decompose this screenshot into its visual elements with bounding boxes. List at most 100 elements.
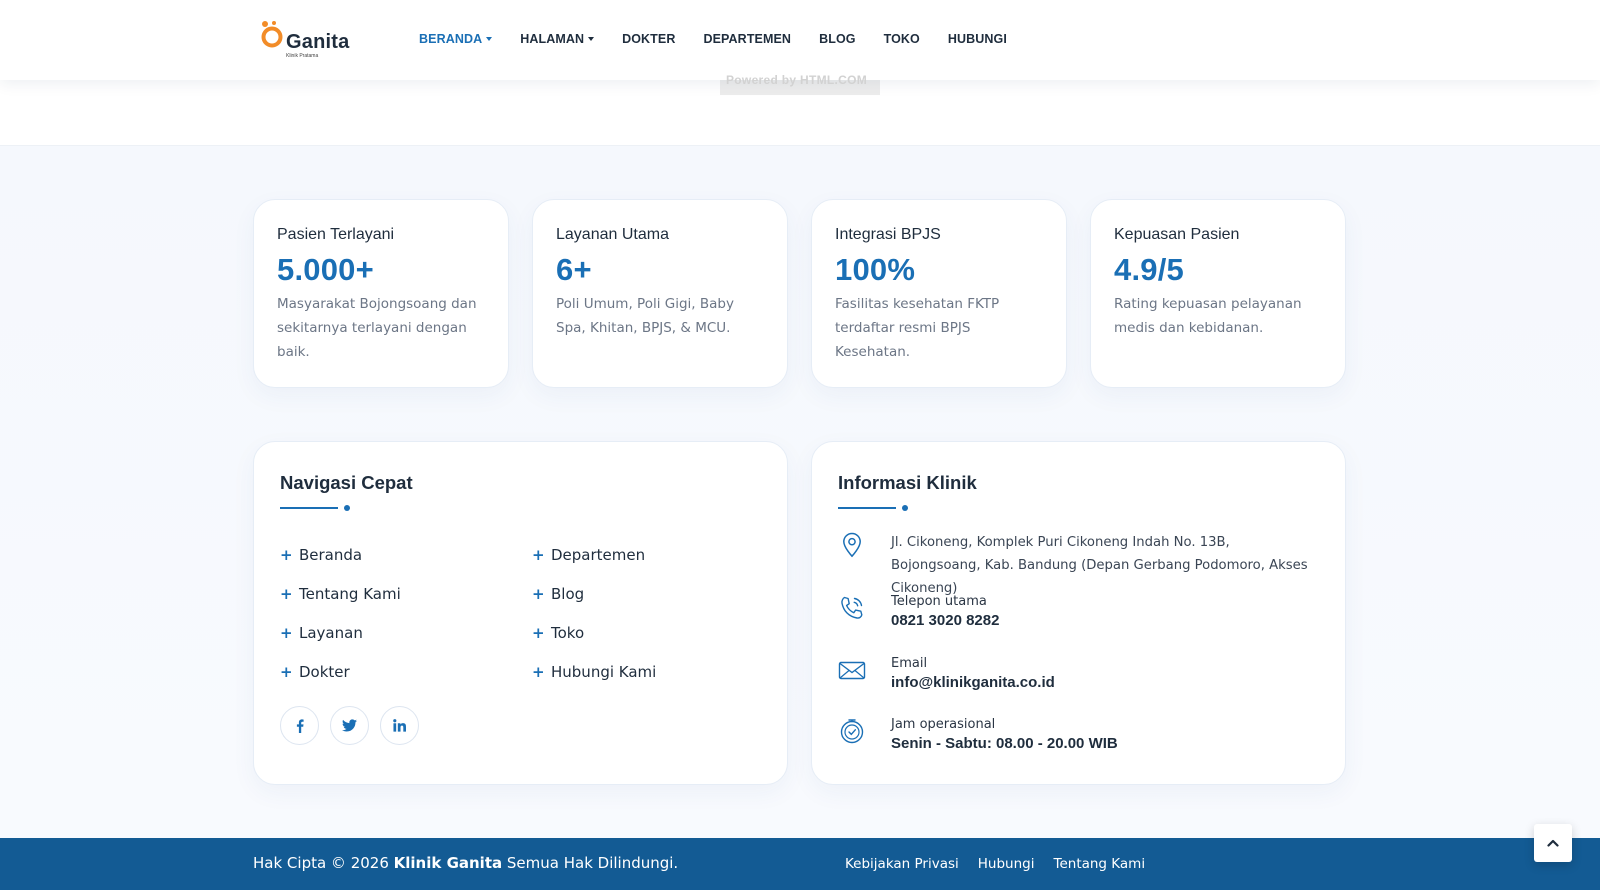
stat-title: Integrasi BPJS (835, 226, 941, 243)
ganita-logo-icon (261, 21, 283, 48)
quick-link-label: Toko (551, 623, 585, 642)
quick-link-label: Dokter (299, 662, 350, 681)
copyright-text: Hak Cipta © 2026 Klinik Ganita Semua Hak… (253, 854, 678, 872)
plus-icon: + (280, 662, 293, 681)
clinic-address: Jl. Cikoneng, Komplek Puri Cikoneng Inda… (891, 535, 1308, 596)
twitter-button[interactable] (330, 706, 369, 745)
title-underline-dot (344, 505, 350, 511)
quick-link-toko[interactable]: + Toko (532, 613, 656, 652)
back-to-top-button[interactable] (1534, 824, 1572, 862)
nav-item-halaman[interactable]: HALAMAN (520, 32, 595, 46)
brand-name: Ganita (286, 31, 350, 53)
stat-card-pasien: Pasien Terlayani 5.000+ Masyarakat Bojon… (253, 199, 509, 388)
quick-link-beranda[interactable]: + Beranda (280, 535, 401, 574)
quick-link-label: Departemen (551, 545, 646, 564)
nav-item-label: BERANDA (419, 32, 483, 46)
site-footer: Hak Cipta © 2026 Klinik Ganita Semua Hak… (0, 838, 1600, 890)
plus-icon: + (280, 584, 293, 603)
facebook-icon (296, 718, 304, 733)
envelope-icon (838, 661, 866, 680)
stat-card-bpjs: Integrasi BPJS 100% Fasilitas kesehatan … (811, 199, 1067, 388)
main-nav: BERANDA HALAMAN DOKTER DEPARTEMEN BLOG T… (419, 32, 1035, 46)
email-label: Email (891, 656, 928, 671)
panel-title: Navigasi Cepat (280, 472, 413, 493)
stat-title: Layanan Utama (556, 226, 669, 243)
nav-item-departemen[interactable]: DEPARTEMEN (703, 32, 791, 46)
copyright-suffix: Semua Hak Dilindungi. (502, 854, 679, 872)
quick-link-label: Blog (551, 584, 585, 603)
phone-row: Telepon utama 0821 3020 8282 (838, 594, 999, 629)
quick-nav-column-2: + Departemen + Blog + Toko + Hubungi Kami (532, 535, 656, 691)
title-underline (838, 507, 896, 509)
quick-link-layanan[interactable]: + Layanan (280, 613, 401, 652)
address-row: Jl. Cikoneng, Komplek Puri Cikoneng Inda… (838, 531, 1323, 600)
brand-tagline: Klinik Pratama (286, 53, 319, 59)
nav-item-hubungi[interactable]: HUBUNGI (948, 32, 1007, 46)
linkedin-button[interactable] (380, 706, 419, 745)
footer-link-tentang-kami[interactable]: Tentang Kami (1054, 856, 1146, 872)
stat-card-kepuasan: Kepuasan Pasien 4.9/5 Rating kepuasan pe… (1090, 199, 1346, 388)
facebook-button[interactable] (280, 706, 319, 745)
location-pin-icon (843, 532, 861, 558)
stat-description: Masyarakat Bojongsoang dan sekitarnya te… (277, 296, 477, 360)
chevron-up-icon (1547, 839, 1559, 847)
twitter-icon (342, 719, 357, 732)
plus-icon: + (280, 545, 293, 564)
hours-label: Jam operasional (891, 717, 996, 732)
stat-value: 6+ (556, 252, 592, 287)
plus-icon: + (532, 662, 545, 681)
quick-link-departemen[interactable]: + Departemen (532, 535, 656, 574)
hours-row: Jam operasional Senin - Sabtu: 08.00 - 2… (838, 717, 1118, 752)
content-background (0, 146, 1600, 838)
nav-item-label: HALAMAN (520, 32, 585, 46)
nav-item-blog[interactable]: BLOG (819, 32, 856, 46)
quick-link-hubungi-kami[interactable]: + Hubungi Kami (532, 652, 656, 691)
nav-item-beranda[interactable]: BERANDA (419, 32, 493, 46)
plus-icon: + (280, 623, 293, 642)
caret-down-icon (486, 37, 493, 41)
quick-nav-panel: Navigasi Cepat + Beranda + Tentang Kami + L… (253, 441, 788, 785)
phone-label: Telepon utama (891, 594, 987, 609)
quick-link-label: Layanan (299, 623, 363, 642)
nav-item-toko[interactable]: TOKO (884, 32, 920, 46)
nav-item-dokter[interactable]: DOKTER (622, 32, 675, 46)
plus-icon: + (532, 623, 545, 642)
quick-link-dokter[interactable]: + Dokter (280, 652, 401, 691)
quick-link-label: Tentang Kami (299, 584, 401, 603)
caret-down-icon (588, 37, 595, 41)
title-underline-dot (902, 505, 908, 511)
linkedin-icon (393, 719, 406, 732)
plus-icon: + (532, 545, 545, 564)
stat-value: 5.000+ (277, 252, 374, 287)
title-underline (280, 507, 338, 509)
stat-description: Rating kepuasan pelayanan medis dan kebi… (1114, 296, 1302, 336)
quick-nav-column-1: + Beranda + Tentang Kami + Layanan + Dokter (280, 535, 401, 691)
plus-icon: + (532, 584, 545, 603)
stat-description: Poli Umum, Poli Gigi, Baby Spa, Khitan, … (556, 296, 734, 336)
stat-value: 4.9/5 (1114, 252, 1184, 287)
footer-link-hubungi[interactable]: Hubungi (978, 856, 1035, 872)
stat-value: 100% (835, 252, 916, 287)
site-logo[interactable]: Ganita Klinik Pratama (260, 18, 349, 59)
quick-link-blog[interactable]: + Blog (532, 574, 656, 613)
footer-links: Kebijakan Privasi Hubungi Tentang Kami (845, 856, 1164, 872)
footer-link-kebijakan-privasi[interactable]: Kebijakan Privasi (845, 856, 959, 872)
copyright-brand: Klinik Ganita (393, 854, 503, 872)
stat-card-layanan: Layanan Utama 6+ Poli Umum, Poli Gigi, B… (532, 199, 788, 388)
panel-title: Informasi Klinik (838, 472, 977, 493)
site-header: Ganita Klinik Pratama BERANDA HALAMAN DO… (0, 0, 1600, 80)
quick-link-label: Hubungi Kami (551, 662, 657, 681)
clock-icon (840, 719, 864, 744)
quick-link-tentang-kami[interactable]: + Tentang Kami (280, 574, 401, 613)
email-address[interactable]: info@klinikganita.co.id (891, 674, 1055, 691)
stat-title: Kepuasan Pasien (1114, 226, 1240, 243)
phone-number[interactable]: 0821 3020 8282 (891, 612, 999, 629)
powered-by-text: Powered by HTML.COM (726, 73, 868, 87)
quick-link-label: Beranda (299, 545, 363, 564)
email-row: Email info@klinikganita.co.id (838, 656, 1055, 691)
phone-icon (841, 596, 863, 619)
stat-description: Fasilitas kesehatan FKTP terdaftar resmi… (835, 296, 1000, 360)
copyright-prefix: Hak Cipta © 2026 (253, 854, 394, 872)
clinic-info-panel: Informasi Klinik Jl. Cikoneng, Komplek P… (811, 441, 1346, 785)
stat-title: Pasien Terlayani (277, 226, 395, 243)
